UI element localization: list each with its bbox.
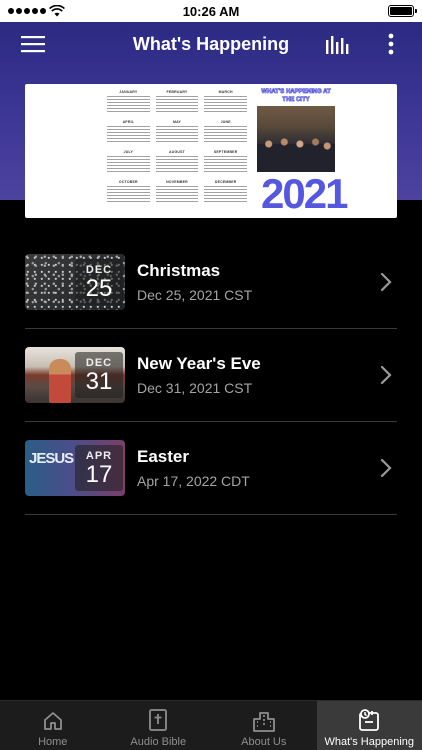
calendar-month: SEPTEMBER — [204, 150, 247, 176]
chevron-right-icon — [380, 272, 392, 292]
calendar-month: APRIL — [107, 120, 150, 146]
date-day: 17 — [85, 461, 113, 488]
banner-year: 2021 — [261, 170, 348, 217]
chevron-right-icon — [380, 458, 392, 478]
calendar-month: DECEMBER — [204, 180, 247, 206]
calendar-month: MAY — [155, 120, 199, 146]
event-row-easter[interactable]: JESUS APR 17 Easter Apr 17, 2022 CDT — [25, 422, 397, 515]
event-thumbnail: DEC 31 — [25, 347, 125, 403]
battery-icon — [388, 5, 417, 17]
nav-bar: What's Happening — [0, 22, 422, 66]
event-title: Easter — [137, 447, 189, 466]
status-bar: 10:26 AM — [0, 0, 422, 22]
signal-group — [8, 5, 65, 17]
building-icon — [252, 712, 275, 732]
wifi-icon — [49, 5, 65, 17]
tab-home[interactable]: Home — [0, 701, 106, 750]
event-row-christmas[interactable]: DEC 25 Christmas Dec 25, 2021 CST — [25, 236, 397, 329]
event-row-new-years-eve[interactable]: DEC 31 New Year's Eve Dec 31, 2021 CST — [25, 329, 397, 422]
calendar-month: AUGUST — [155, 150, 199, 176]
event-date: Dec 31, 2021 CST — [137, 380, 253, 396]
tab-label: Audio Bible — [130, 736, 187, 748]
tab-about-us[interactable]: About Us — [211, 701, 317, 750]
page-title: What's Happening — [132, 34, 290, 54]
chevron-right-icon — [380, 365, 392, 385]
event-date: Apr 17, 2022 CDT — [137, 473, 250, 489]
events-banner-image[interactable]: JANUARY FEBRUARY MARCH APRIL MAY JUNE JU… — [25, 84, 397, 218]
menu-icon[interactable] — [20, 31, 46, 57]
date-badge: APR 17 — [75, 445, 123, 491]
calendar-month: MARCH — [204, 90, 247, 116]
event-thumbnail: DEC 25 — [25, 254, 125, 310]
group-photo — [257, 106, 335, 172]
tab-whats-happening[interactable]: What's Happening — [316, 701, 422, 750]
calendar-month: JANUARY — [107, 90, 150, 116]
home-icon — [43, 712, 62, 730]
more-vert-icon[interactable] — [378, 31, 404, 57]
event-title: Christmas — [137, 261, 221, 280]
calendar-month: JULY — [107, 150, 150, 176]
event-title: New Year's Eve — [137, 354, 261, 373]
event-date: Dec 25, 2021 CST — [137, 287, 253, 303]
tab-bar: Home Audio Bible About Us What's Happeni… — [0, 700, 422, 750]
bible-icon — [149, 709, 168, 731]
cell-signal-icon — [8, 8, 46, 14]
tab-label: About Us — [241, 736, 287, 748]
date-day: 25 — [85, 275, 113, 302]
calendar-events-icon — [359, 709, 380, 731]
calendar-month: FEBRUARY — [155, 90, 199, 116]
event-list: DEC 25 Christmas Dec 25, 2021 CST DEC 31… — [25, 236, 397, 515]
calendar-month: JUNE — [204, 120, 247, 146]
calendar-month: NOVEMBER — [155, 180, 199, 206]
thumbnail-text: JESUS — [29, 450, 74, 467]
audio-bars-icon[interactable] — [324, 31, 350, 57]
tab-audio-bible[interactable]: Audio Bible — [106, 701, 212, 750]
date-day: 31 — [85, 368, 113, 395]
tab-label: What's Happening — [324, 736, 415, 748]
date-badge: DEC 31 — [75, 352, 123, 398]
date-badge: DEC 25 — [75, 259, 123, 305]
tab-label: Home — [38, 736, 68, 748]
calendar-month: OCTOBER — [107, 180, 150, 206]
calendar-graphic: JANUARY FEBRUARY MARCH APRIL MAY JUNE JU… — [107, 90, 247, 206]
event-thumbnail: JESUS APR 17 — [25, 440, 125, 496]
banner-heading: WHAT'S HAPPENING AT THE CITY — [261, 89, 331, 104]
